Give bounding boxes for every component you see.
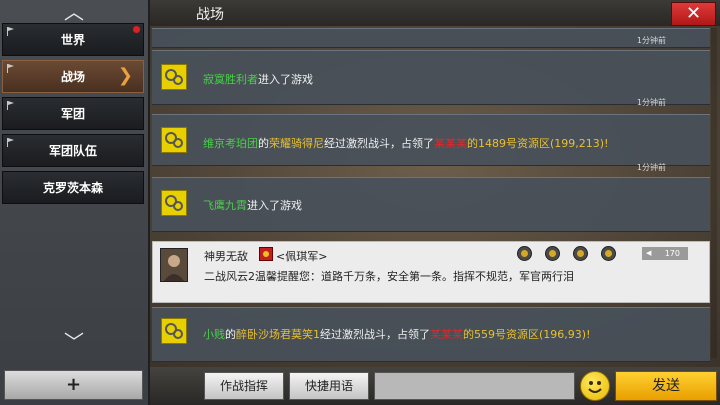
notification-dot	[133, 26, 140, 33]
message-fragment: 进入了游戏	[247, 199, 302, 212]
legion-name[interactable]: 维京考珀团	[203, 137, 258, 150]
quick-phrases-button[interactable]: 快捷用语	[289, 372, 369, 400]
message-text: 小贱的醉卧沙场君莫笑1经过激烈战斗，占领了某某某的559号资源区(196,93)…	[203, 326, 590, 342]
avatar[interactable]	[160, 248, 188, 282]
sidebar-item-label: 战场	[60, 70, 85, 84]
sidebar-item-label: 军团队伍	[48, 144, 97, 158]
resource-area[interactable]: 的1489号资源区(199,213)!	[467, 137, 608, 150]
scrollbar[interactable]	[711, 28, 717, 358]
message-time: 1分钟前	[636, 36, 666, 45]
medal-icon	[517, 246, 532, 261]
player-message: 神男无敌 <佩琪军> 170 二战风云2温馨提醒您：道路千万条，安全第一条。指挥…	[152, 241, 710, 303]
message-fragment: 的	[258, 137, 269, 150]
scroll-up-icon[interactable]: ︿	[0, 0, 148, 24]
header: 战场 ✕	[150, 0, 720, 26]
system-gear-icon	[161, 127, 187, 153]
flag-icon	[7, 138, 15, 147]
medal-icon	[545, 246, 560, 261]
message-text: 维京考珀团的荣耀骑得尼经过激烈战斗，占领了某某某的1489号资源区(199,21…	[203, 135, 608, 151]
legion-emblem-icon	[259, 247, 273, 261]
player-name[interactable]: 荣耀骑得尼	[269, 137, 324, 150]
sidebar-item-legion[interactable]: 军团	[2, 97, 144, 130]
chat-input[interactable]	[374, 372, 575, 400]
sidebar-item-kroztbensen[interactable]: 克罗茨本森	[2, 171, 144, 204]
sidebar-item-label: 世界	[60, 33, 85, 47]
sidebar-item-legion-team[interactable]: 军团队伍	[2, 134, 144, 167]
send-button[interactable]: 发送	[615, 371, 717, 401]
message-time: 1分钟前	[636, 163, 666, 172]
system-gear-icon	[161, 64, 187, 90]
system-gear-icon	[161, 318, 187, 344]
message-fragment: 进入了游戏	[258, 73, 313, 86]
flag-icon	[7, 27, 15, 36]
message-text: 二战风云2温馨提醒您：道路千万条，安全第一条。指挥不规范，军官两行泪	[204, 270, 574, 283]
message-fragment: 的	[225, 328, 236, 341]
sidebar-item-world[interactable]: 世界	[2, 23, 144, 56]
app-window: ︿ 世界 战场 ❯ 军团 军团队伍 克罗茨本森 ﹀ + 战场 ✕ 1分钟前 寂寞…	[0, 0, 720, 405]
medal-icon	[573, 246, 588, 261]
page-title: 战场	[196, 7, 224, 23]
flag-icon	[7, 101, 15, 110]
system-gear-icon	[161, 190, 187, 216]
sidebar-item-battlefield[interactable]: 战场 ❯	[2, 60, 144, 93]
battle-command-button[interactable]: 作战指挥	[204, 372, 284, 400]
enemy-name[interactable]: 某某某	[434, 137, 467, 150]
message-text: 飞鹰九霄进入了游戏	[203, 197, 302, 213]
message-row: 小贱的醉卧沙场君莫笑1经过激烈战斗，占领了某某某的559号资源区(196,93)…	[152, 307, 710, 362]
emoji-icon[interactable]	[580, 371, 610, 401]
resource-area[interactable]: 的559号资源区(196,93)!	[463, 328, 590, 341]
player-name[interactable]: 醉卧沙场君莫笑1	[236, 328, 320, 341]
message-time: 1分钟前	[636, 98, 666, 107]
rank-badge: 170	[642, 247, 688, 260]
message-row: 飞鹰九霄进入了游戏	[152, 177, 710, 232]
message-row: 1分钟前	[152, 28, 710, 48]
message-row: 寂寞胜利者进入了游戏 1分钟前	[152, 50, 710, 107]
player-name[interactable]: 寂寞胜利者	[203, 73, 258, 86]
player-name[interactable]: 飞鹰九霄	[203, 199, 247, 212]
legion-tag[interactable]: <佩琪军>	[276, 248, 327, 264]
sidebar-item-label: 军团	[60, 107, 85, 121]
close-button[interactable]: ✕	[671, 2, 716, 26]
sidebar-item-label: 克罗茨本森	[42, 181, 103, 195]
message-row: 维京考珀团的荣耀骑得尼经过激烈战斗，占领了某某某的1489号资源区(199,21…	[152, 114, 710, 172]
chevron-right-icon: ❯	[117, 65, 133, 86]
message-fragment: 经过激烈战斗，占领了	[324, 137, 434, 150]
player-name[interactable]: 神男无敌	[204, 248, 248, 264]
enemy-name[interactable]: 某某某	[430, 328, 463, 341]
scroll-down-icon[interactable]: ﹀	[0, 330, 148, 354]
medal-icon	[601, 246, 616, 261]
sidebar: ︿ 世界 战场 ❯ 军团 军团队伍 克罗茨本森 ﹀ +	[0, 0, 150, 405]
legion-name[interactable]: 小贱	[203, 328, 225, 341]
message-fragment: 经过激烈战斗，占领了	[320, 328, 430, 341]
message-text: 寂寞胜利者进入了游戏	[203, 71, 313, 87]
flag-icon	[7, 64, 15, 73]
add-channel-button[interactable]: +	[4, 370, 143, 400]
